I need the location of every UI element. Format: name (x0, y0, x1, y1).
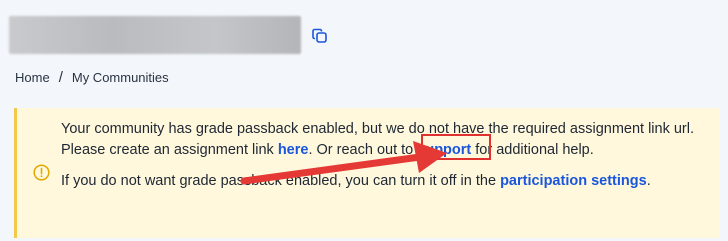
alert-paragraph-1: Your community has grade passback enable… (61, 121, 695, 158)
breadcrumb-separator: / (58, 69, 63, 86)
alert-paragraph-2: If you do not want grade passback enable… (61, 173, 651, 189)
alert-message: Your community has grade passback enable… (61, 119, 711, 192)
breadcrumb-my-communities[interactable]: My Communities (72, 70, 169, 85)
breadcrumb-home[interactable]: Home (15, 70, 50, 85)
breadcrumb: Home / My Communities (15, 69, 169, 86)
redacted-page-title (9, 16, 301, 54)
grade-passback-alert: Your community has grade passback enable… (14, 108, 720, 238)
create-assignment-link-here[interactable]: here (278, 142, 309, 158)
warning-circle-icon (33, 164, 50, 181)
support-link[interactable]: support (417, 142, 471, 158)
participation-settings-link[interactable]: participation settings (500, 173, 647, 189)
copy-icon[interactable] (311, 27, 329, 45)
